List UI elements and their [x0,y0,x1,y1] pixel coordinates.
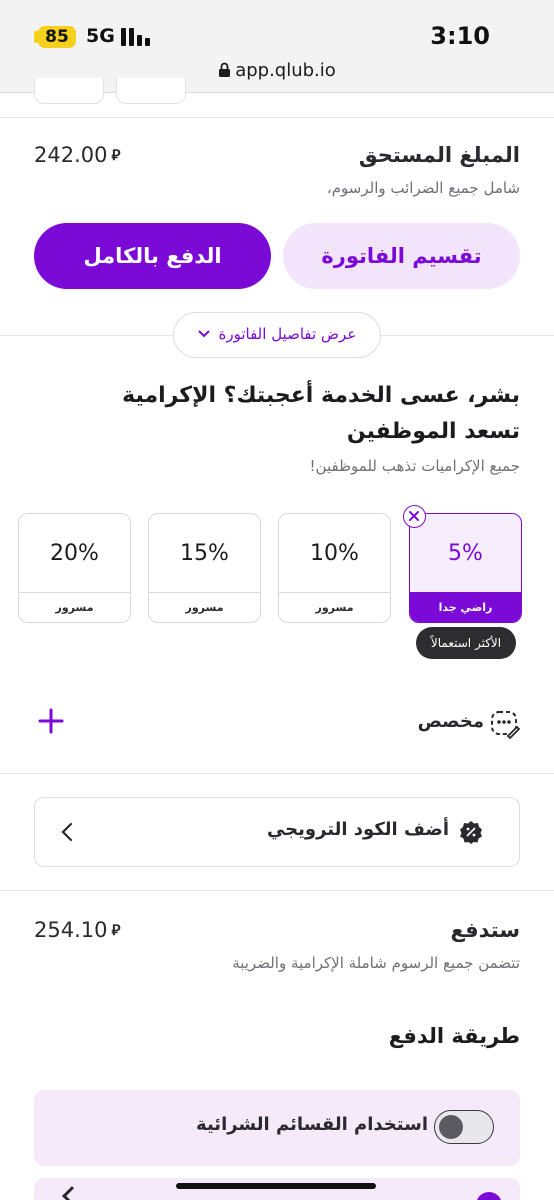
promo-code-button[interactable]: أضف الكود الترويجي [34,797,520,867]
pay-full-button[interactable]: الدفع بالكامل [34,223,271,289]
voucher-toggle[interactable] [434,1110,494,1144]
voucher-toggle-row: استخدام القسائم الشرائية [34,1090,520,1166]
divider [0,773,554,774]
payment-method-title: طريقة الدفع [388,1024,520,1048]
signal-bars-icon [121,28,151,46]
divider [0,117,554,118]
cutoff-chip[interactable] [34,78,104,104]
tip-percent: 10% [310,541,359,566]
edit-chat-icon [491,711,520,739]
radio-icon [476,1192,502,1200]
tip-subtitle: جميع الإكراميات تذهب للموظفين! [309,457,520,475]
battery-level: 85 [38,26,76,48]
riyal-currency-icon: ⃁ [111,146,121,164]
tip-label: مسرور [279,592,390,622]
total-number: 254.10 [34,918,108,942]
tip-option-10[interactable]: 10% مسرور [278,513,391,623]
view-bill-details-button[interactable]: عرض تفاصيل الفاتورة [173,312,381,358]
promo-code-label: أضف الكود الترويجي [266,819,449,840]
most-used-badge: الأكثر استعمالاً [416,627,516,659]
tip-label: مسرور [149,592,260,622]
cutoff-chip[interactable] [116,78,186,104]
total-subtitle: تتضمن جميع الرسوم شاملة الإكرامية والضري… [232,954,520,972]
total-title: ستدفع [450,918,520,942]
tip-percent: 15% [180,541,229,566]
url-text: app.qlub.io [235,60,336,81]
chevron-icon [62,1186,81,1200]
toggle-knob [439,1115,463,1139]
tip-percent: 20% [50,541,99,566]
view-bill-details-label: عرض تفاصيل الفاتورة [218,325,357,343]
status-time: 3:10 [430,22,490,50]
split-bill-button[interactable]: تقسيم الفاتورة [283,223,520,289]
tip-option-5[interactable]: 5% راضي جدا [409,513,522,623]
tip-title: بشر، عسى الخدمة أعجبتك؟ الإكرامية تسعد ا… [122,383,520,444]
lock-icon [219,62,231,77]
voucher-toggle-label: استخدام القسائم الشرائية [196,1114,428,1135]
discount-badge-icon [460,821,482,844]
payment-option-card[interactable] [34,1178,520,1200]
amount-due-number: 242.00 [34,143,108,167]
tip-label: راضي جدا [410,592,521,622]
tip-option-15[interactable]: 15% مسرور [148,513,261,623]
chevron-left-icon [61,822,73,842]
tip-percent: 5% [448,541,483,566]
tip-label: مسرور [19,592,130,622]
total-value: 254.10 ⃁ [34,918,120,942]
amount-due-subtitle: شامل جميع الضرائب والرسوم، [326,179,520,197]
close-icon [409,511,419,521]
network-type: 5G [86,25,115,47]
add-custom-tip-icon[interactable] [38,708,64,734]
clear-tip-button[interactable] [403,505,426,528]
tip-option-20[interactable]: 20% مسرور [18,513,131,623]
chevron-down-icon [198,330,210,338]
amount-due-value: 242.00 ⃁ [34,143,120,167]
amount-due-title: المبلغ المستحق [358,143,520,167]
custom-tip-label[interactable]: مخصص [418,711,484,732]
divider [0,890,554,891]
riyal-currency-icon: ⃁ [111,921,121,939]
home-indicator [176,1183,376,1189]
